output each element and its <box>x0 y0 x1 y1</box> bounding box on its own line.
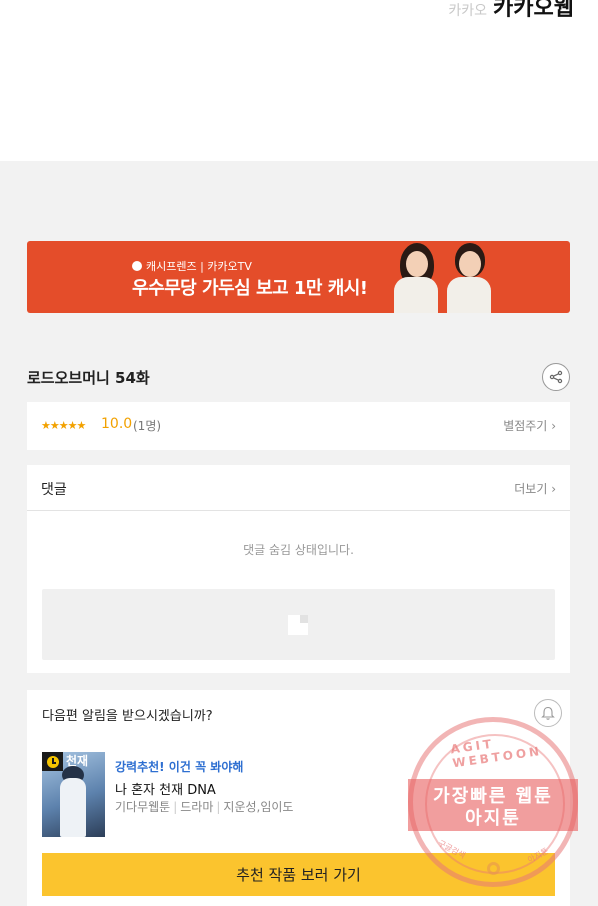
recommended-title[interactable]: 나 혼자 천재 DNA <box>115 779 216 798</box>
recommend-tag: 강력추천! 이건 꼭 봐야해 <box>115 760 244 774</box>
banner-headline: 우수무당 가두심 보고 1만 캐시! <box>132 278 368 299</box>
clock-icon <box>46 755 59 768</box>
image-placeholder-icon <box>288 615 308 635</box>
banner-brand-text: 캐시프렌즈 | 카카오TV <box>146 260 252 273</box>
recommended-meta: 기다무웹툰 | 드라마 | 지운성,임이도 <box>115 800 294 814</box>
authors-label: 지운성,임이도 <box>223 800 294 814</box>
genre-label: 기다무웹툰 <box>115 800 171 814</box>
chevron-right-icon: › <box>551 419 556 433</box>
share-icon <box>549 370 563 384</box>
genre-label: 드라마 <box>180 800 214 814</box>
episode-title: 로드오브머니 54화 <box>27 369 150 387</box>
promo-banner[interactable]: 캐시프렌즈 | 카카오TV 우수무당 가두심 보고 1만 캐시! <box>27 241 570 313</box>
rating-stars: ★★★★★ <box>41 419 86 432</box>
top-ad-area: 카카오 카카오웹 <box>0 0 598 161</box>
comment-card: 댓글 더보기 › 댓글 숨김 상태입니다. <box>27 465 570 673</box>
comment-more-label: 더보기 <box>514 482 548 496</box>
comment-header: 댓글 더보기 › <box>27 465 570 511</box>
rating-score: 10.0 <box>101 416 133 432</box>
notify-bell-button[interactable] <box>534 699 562 727</box>
google-icon <box>487 862 500 875</box>
rating-count: (1명) <box>133 419 162 433</box>
header-logo-faint: 카카오 <box>448 3 488 19</box>
rating-card: ★★★★★ 10.0 (1명) 별점주기 › <box>27 402 570 450</box>
banner-person-woman <box>392 243 440 313</box>
comment-label: 댓글 <box>41 482 67 498</box>
rate-button[interactable]: 별점주기 › <box>503 417 556 434</box>
rate-button-label: 별점주기 <box>503 419 548 433</box>
notify-question: 다음편 알림을 받으시겠습니까? <box>42 709 213 724</box>
banner-person-man <box>445 243 493 313</box>
wait-free-badge <box>42 752 63 771</box>
chevron-right-icon: › <box>551 482 556 496</box>
header-logo-text: 카카오웹 <box>493 0 574 21</box>
comment-more-link[interactable]: 더보기 › <box>514 480 556 497</box>
watermark-stamp: AGIT WEBTOON 가장빠른 웹툰 아지툰 구글검색 아지툰 <box>408 717 578 887</box>
banner-brand-line: 캐시프렌즈 | 카카오TV <box>132 258 252 274</box>
recommended-thumbnail[interactable]: 천재 <box>42 752 105 837</box>
comments-hidden-message: 댓글 숨김 상태입니다. <box>243 543 354 557</box>
bell-icon <box>541 706 555 720</box>
stamp-line2: 아지툰 <box>465 808 521 829</box>
stamp-band: 가장빠른 웹툰 아지툰 <box>408 779 578 831</box>
share-button[interactable] <box>542 363 570 391</box>
cash-friends-icon <box>132 261 142 271</box>
episode-title-row: 로드오브머니 54화 <box>27 360 570 394</box>
header-logo: 카카오 카카오웹 <box>448 0 574 22</box>
ad-placeholder <box>42 589 555 660</box>
